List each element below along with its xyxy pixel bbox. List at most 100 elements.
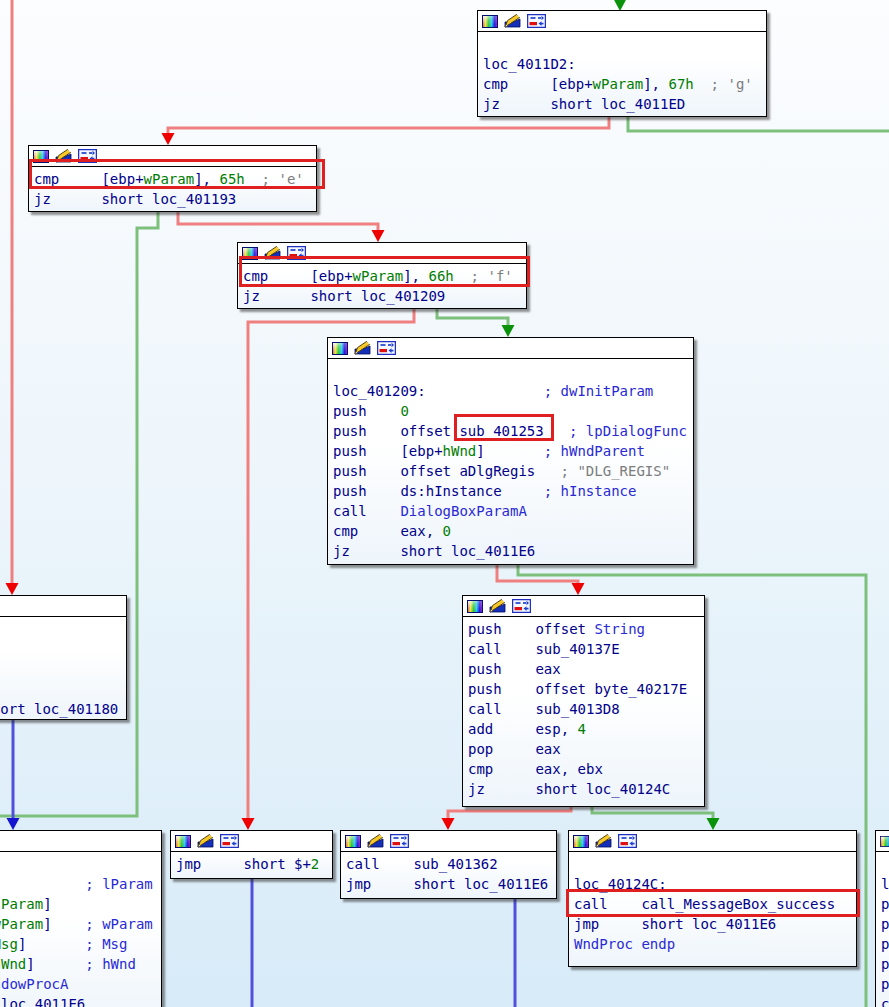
- code-line[interactable]: jmp short $+2: [176, 854, 332, 874]
- code-token[interactable]: jz short loc_401209: [243, 288, 445, 304]
- code-token[interactable]: cmp eax,: [333, 523, 443, 539]
- code-line[interactable]: push [ebp+wParam] ; wParam: [0, 914, 161, 934]
- code-token[interactable]: ]: [43, 916, 85, 932]
- group-node-icon[interactable]: [618, 834, 637, 848]
- block-titlebar[interactable]: [0, 596, 126, 617]
- code-token[interactable]: DialogBoxParamA: [400, 503, 526, 519]
- group-node-icon[interactable]: [220, 834, 239, 848]
- block-titlebar[interactable]: [463, 596, 704, 617]
- code-token[interactable]: jz short loc_401180: [0, 701, 118, 717]
- code-token[interactable]: String: [594, 621, 645, 637]
- node-color-palette-icon[interactable]: [332, 342, 348, 355]
- code-token[interactable]: ; lParam: [85, 876, 152, 892]
- code-token[interactable]: jz short loc_401193: [34, 191, 236, 207]
- node-color-palette-icon[interactable]: [573, 835, 589, 848]
- code-line[interactable]: [483, 34, 766, 54]
- code-line[interactable]: push ds:hInstance ; hInstance: [333, 481, 693, 501]
- block-titlebar[interactable]: [341, 831, 556, 852]
- code-line[interactable]: call sub_4013D8: [468, 699, 704, 719]
- code-line[interactable]: push: [881, 954, 889, 974]
- code-token[interactable]: jmp short loc_4011E6: [0, 996, 85, 1007]
- code-line[interactable]: push offset byte_40217E: [468, 679, 704, 699]
- edit-node-icon[interactable]: [504, 14, 521, 28]
- code-token[interactable]: loc_4011E6:: [0, 876, 85, 892]
- group-node-icon[interactable]: [390, 834, 409, 848]
- code-token[interactable]: ],: [643, 76, 668, 92]
- code-token[interactable]: push: [333, 403, 400, 419]
- code-token[interactable]: jmp short loc_4011E6: [574, 916, 776, 932]
- code-line[interactable]: loc_4011E6: ; lParam: [0, 874, 161, 894]
- code-token[interactable]: ]: [18, 936, 85, 952]
- code-token[interactable]: push offset: [468, 621, 594, 637]
- code-line[interactable]: loc_4011D2:: [483, 54, 766, 74]
- code-token[interactable]: ; dwInitParam: [544, 383, 654, 399]
- basic-block-push_string[interactable]: push offset Stringcall sub_40137Epush ea…: [462, 595, 705, 807]
- code-token[interactable]: ; hWnd: [85, 956, 136, 972]
- code-line[interactable]: call sub_401362: [346, 854, 556, 874]
- code-token[interactable]: wParam: [593, 76, 644, 92]
- code-line[interactable]: [881, 854, 889, 874]
- code-line[interactable]: pop eax: [468, 739, 704, 759]
- code-line[interactable]: call: [881, 994, 889, 1007]
- code-line[interactable]: cmp eax, 0: [333, 521, 693, 541]
- code-line[interactable]: push [ebp+hWnd] ; hWnd: [0, 954, 161, 974]
- code-token[interactable]: hWnd: [0, 956, 26, 972]
- code-line[interactable]: push: [881, 934, 889, 954]
- code-line[interactable]: push: [881, 914, 889, 934]
- code-token[interactable]: cmp [ebp+: [483, 76, 593, 92]
- code-token[interactable]: 0: [400, 403, 408, 419]
- code-token[interactable]: call: [333, 503, 400, 519]
- code-token[interactable]: push: [881, 976, 889, 992]
- code-token[interactable]: push: [881, 916, 889, 932]
- basic-block-loc_4011D2[interactable]: loc_4011D2:cmp [ebp+wParam], 67h ; 'g' jz…: [477, 10, 767, 117]
- code-line[interactable]: push: [881, 974, 889, 994]
- code-line[interactable]: jz short loc_401180: [0, 699, 126, 719]
- code-line[interactable]: jz short loc_4011E6: [333, 541, 693, 561]
- code-token[interactable]: jz short loc_4011ED: [483, 96, 685, 112]
- code-line[interactable]: jz short loc_4011ED: [483, 94, 766, 114]
- basic-block-defwindowproc[interactable]: loc_4011E6: ; lParampush [ebp+lParam]pus…: [0, 830, 162, 1007]
- code-token[interactable]: pop eax: [468, 741, 561, 757]
- code-token[interactable]: 67h: [668, 76, 693, 92]
- code-line[interactable]: [0, 854, 161, 874]
- code-token[interactable]: jz short loc_40124C: [468, 781, 670, 797]
- edit-node-icon[interactable]: [197, 834, 214, 848]
- code-line[interactable]: [0, 659, 126, 679]
- edit-node-icon[interactable]: [367, 834, 384, 848]
- code-token[interactable]: ; Msg: [85, 936, 127, 952]
- edit-node-icon[interactable]: [354, 341, 371, 355]
- code-token[interactable]: hWnd: [443, 443, 477, 459]
- code-token[interactable]: Msg: [0, 936, 18, 952]
- code-line[interactable]: loc_: [881, 874, 889, 894]
- code-line[interactable]: push [ebp+lParam]: [0, 894, 161, 914]
- code-token[interactable]: ; hInstance: [544, 483, 637, 499]
- block-titlebar[interactable]: [478, 11, 766, 32]
- code-line[interactable]: jz short loc_401209: [243, 286, 526, 306]
- basic-block-loc_401209[interactable]: loc_401209: ; dwInitParampush 0push offs…: [327, 337, 694, 565]
- code-token[interactable]: call sub_401362: [346, 856, 498, 872]
- code-token[interactable]: 4: [578, 721, 586, 737]
- edit-node-icon[interactable]: [595, 834, 612, 848]
- code-token[interactable]: lParam: [0, 896, 43, 912]
- code-line[interactable]: push offset aDlgRegis ; "DLG_REGIS": [333, 461, 693, 481]
- code-line[interactable]: jmp short loc_4011E6: [346, 874, 556, 894]
- code-line[interactable]: push: [881, 894, 889, 914]
- code-line[interactable]: add esp, 4: [468, 719, 704, 739]
- code-token[interactable]: push: [881, 936, 889, 952]
- group-node-icon[interactable]: [377, 341, 396, 355]
- code-line[interactable]: [0, 639, 126, 659]
- code-line[interactable]: WndProc endp: [574, 934, 856, 954]
- code-token[interactable]: push offset aDlgRegis: [333, 463, 561, 479]
- code-line[interactable]: call DialogBoxParamA: [333, 501, 693, 521]
- code-token[interactable]: ]: [476, 443, 543, 459]
- code-token[interactable]: loc_4011D2:: [483, 56, 576, 72]
- code-token[interactable]: WndProc endp: [574, 936, 675, 952]
- code-line[interactable]: [0, 619, 126, 639]
- code-token[interactable]: push offset byte_40217E: [468, 681, 687, 697]
- block-titlebar[interactable]: [569, 831, 856, 852]
- code-token[interactable]: wParam: [0, 916, 43, 932]
- code-line[interactable]: jmp short loc_4011E6: [0, 994, 161, 1007]
- code-line[interactable]: push [ebp+Msg] ; Msg: [0, 934, 161, 954]
- node-color-palette-icon[interactable]: [175, 835, 191, 848]
- code-token[interactable]: ; 'g': [694, 76, 753, 92]
